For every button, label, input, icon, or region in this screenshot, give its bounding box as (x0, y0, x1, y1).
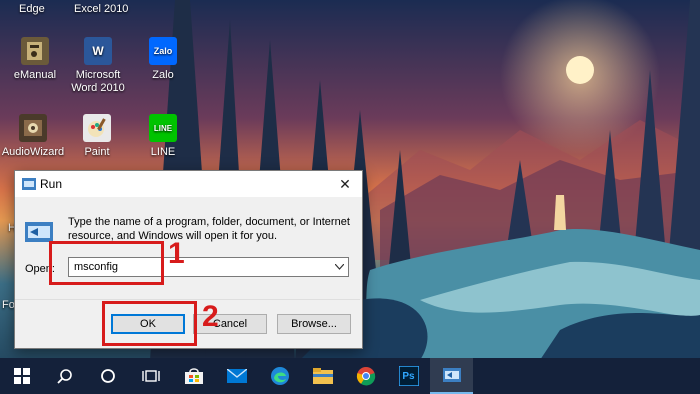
photoshop-icon[interactable]: Ps (387, 358, 430, 394)
desktop-icon-label: Word 2010 (71, 82, 125, 94)
chevron-down-icon[interactable] (330, 258, 348, 276)
desktop-icon-line[interactable]: LINE LINE (128, 114, 198, 159)
desktop-label-excel[interactable]: Excel 2010 (74, 3, 128, 15)
run-icon[interactable] (430, 358, 473, 394)
chrome-icon[interactable] (344, 358, 387, 394)
desktop-icon-zalo[interactable]: Zalo Zalo (128, 37, 198, 82)
desktop-icon-label: Paint (84, 146, 110, 158)
task-view-icon[interactable] (129, 358, 172, 394)
line-icon: LINE (149, 114, 177, 142)
run-dialog-title: Run (40, 177, 63, 191)
desktop-icon-label: AudioWizard (1, 146, 65, 158)
desktop-icon-word[interactable]: W Microsoft Word 2010 (62, 37, 134, 95)
cortana-icon[interactable] (86, 358, 129, 394)
file-explorer-icon[interactable] (301, 358, 344, 394)
desktop-icon-paint[interactable]: Paint (62, 114, 132, 159)
desktop-label-edge[interactable]: Edge (19, 3, 45, 15)
mail-icon[interactable] (215, 358, 258, 394)
paint-icon (83, 114, 111, 142)
run-dialog-titlebar[interactable]: Run ✕ (15, 171, 362, 197)
store-icon[interactable] (172, 358, 215, 394)
taskbar: Ps (0, 358, 700, 394)
run-app-icon (22, 178, 36, 193)
browse-button[interactable]: Browse... (277, 314, 351, 334)
desktop-label-partial-fo: Fo (2, 299, 15, 311)
annotation-box-ok (102, 301, 197, 346)
photoshop-glyph: Ps (402, 370, 415, 382)
word-icon: W (84, 37, 112, 65)
zalo-icon: Zalo (149, 37, 177, 65)
desktop-icon-audiowizard[interactable]: AudioWizard (0, 114, 68, 159)
close-icon[interactable]: ✕ (328, 171, 362, 197)
desktop-icon-label: eManual (13, 69, 57, 81)
start-icon[interactable] (0, 358, 43, 394)
desktop-icon-emanual[interactable]: eManual (0, 37, 70, 82)
emanual-icon (21, 37, 49, 65)
search-icon[interactable] (43, 358, 86, 394)
annotation-step-2: 2 (202, 300, 219, 333)
desktop-icon-label: LINE (150, 146, 176, 158)
desktop-icon-label: Microsoft (75, 69, 121, 81)
annotation-step-1: 1 (168, 237, 185, 270)
edge-icon[interactable] (258, 358, 301, 394)
run-description: Type the name of a program, folder, docu… (68, 216, 350, 242)
desktop-icon-label: Zalo (152, 69, 174, 81)
annotation-box-input (49, 241, 164, 285)
audiowizard-icon (19, 114, 47, 142)
